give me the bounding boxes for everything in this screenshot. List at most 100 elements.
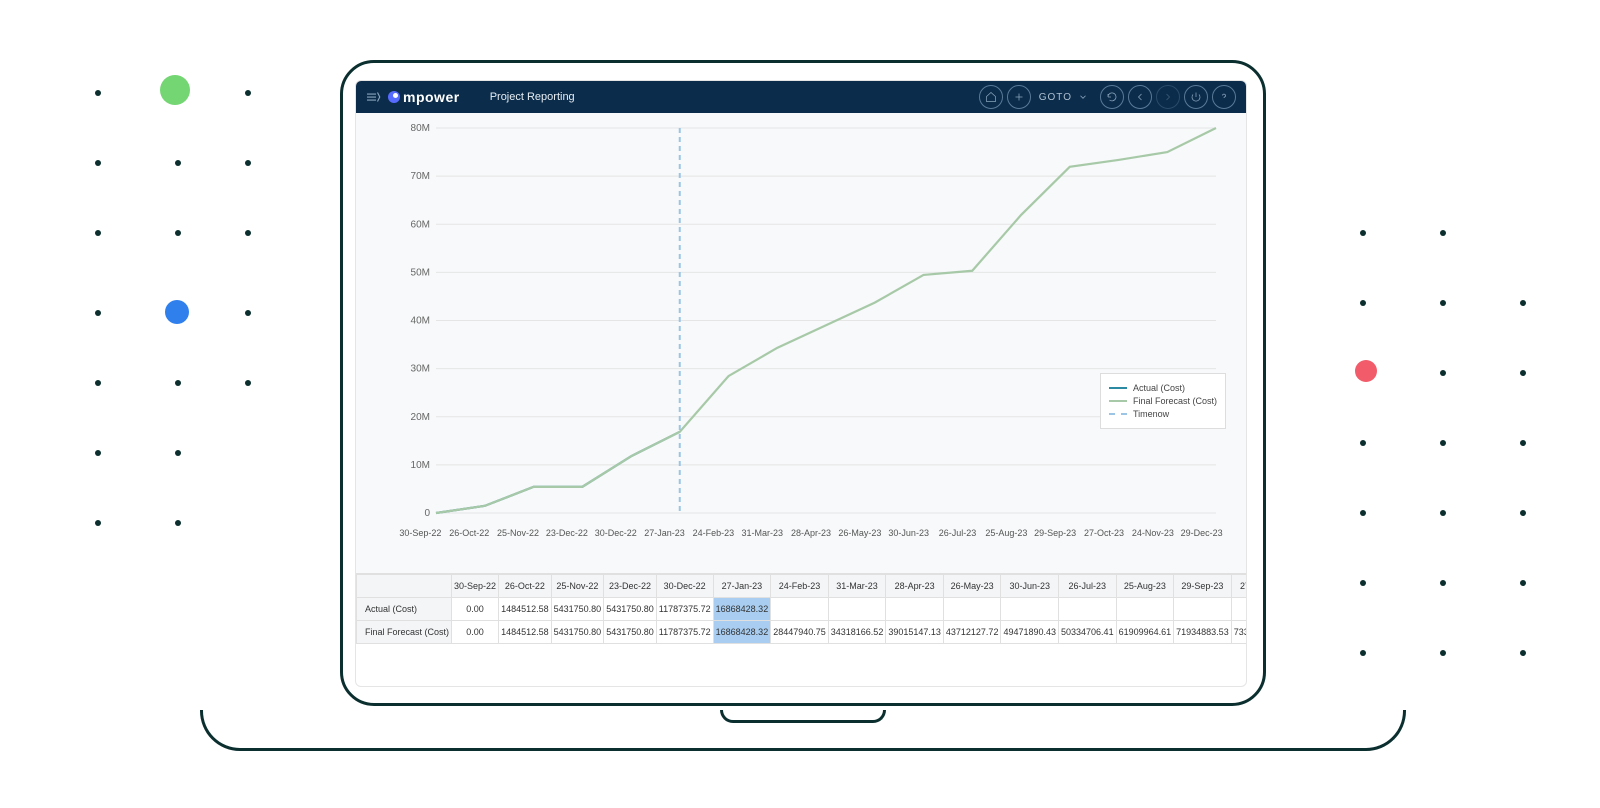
decor-dot [95,310,101,316]
app-header: mpower Project Reporting GOTO [356,81,1246,113]
table-cell: 49471890.43 [1001,621,1059,644]
decor-dot [175,450,181,456]
svg-text:60M: 60M [411,219,430,230]
table-cell [828,598,886,621]
table-header-row: 30-Sep-2226-Oct-2225-Nov-2223-Dec-2230-D… [357,575,1247,598]
table-cell: 73364229.65 [1231,621,1246,644]
decor-circle-green [160,75,190,105]
brand-text: mpower [403,89,460,105]
decor-dot [95,230,101,236]
table-cell [1231,598,1246,621]
data-table: 30-Sep-2226-Oct-2225-Nov-2223-Dec-2230-D… [356,574,1246,644]
data-table-container[interactable]: 30-Sep-2226-Oct-2225-Nov-2223-Dec-2230-D… [356,574,1246,644]
table-col-header: 26-Jul-23 [1059,575,1117,598]
add-icon[interactable] [1007,85,1031,109]
table-cell: 16868428.32 [713,621,771,644]
table-col-header: 25-Nov-22 [551,575,604,598]
chevron-down-icon[interactable] [1078,92,1088,102]
legend-label: Timenow [1133,409,1169,419]
svg-text:70M: 70M [411,171,430,182]
goto-label[interactable]: GOTO [1039,92,1072,103]
chart-area: 010M20M30M40M50M60M70M80M 30-Sep-2226-Oc… [356,113,1246,574]
decor-dot [95,160,101,166]
chart-legend: Actual (Cost) Final Forecast (Cost) Time… [1100,373,1226,429]
table-cell: 39015147.13 [886,621,944,644]
decor-dot [1440,230,1446,236]
table-cell [771,598,829,621]
decor-dot [1520,440,1526,446]
table-col-header: 31-Mar-23 [828,575,886,598]
legend-item-forecast: Final Forecast (Cost) [1109,396,1217,406]
svg-text:50M: 50M [411,267,430,278]
table-cell: 71934883.53 [1174,621,1232,644]
decor-dot [175,520,181,526]
table-col-header: 25-Aug-23 [1116,575,1174,598]
table-col-header: 26-May-23 [943,575,1001,598]
decor-circle-blue [165,300,189,324]
brand-logo: mpower [388,89,460,105]
menu-icon[interactable] [364,88,382,106]
table-cell: 5431750.80 [604,621,657,644]
table-cell: 61909964.61 [1116,621,1174,644]
decor-dot [1520,370,1526,376]
table-cell [1116,598,1174,621]
table-row-label: Final Forecast (Cost) [357,621,452,644]
decor-dot [1440,300,1446,306]
table-cell: 11787375.72 [656,621,713,644]
legend-label: Actual (Cost) [1133,383,1185,393]
table-cell: 11787375.72 [656,598,713,621]
refresh-icon[interactable] [1100,85,1124,109]
decor-dot [1440,440,1446,446]
app-window: mpower Project Reporting GOTO 010M20M30M… [355,80,1247,687]
svg-text:80M: 80M [411,123,430,134]
table-cell: 50334706.41 [1059,621,1117,644]
decor-dot [95,520,101,526]
legend-item-actual: Actual (Cost) [1109,383,1217,393]
legend-item-timenow: Timenow [1109,409,1217,419]
decor-dot [95,90,101,96]
table-row: Actual (Cost)0.001484512.585431750.80543… [357,598,1247,621]
decor-dot [1440,650,1446,656]
table-col-header: 26-Oct-22 [499,575,552,598]
table-cell: 16868428.32 [713,598,771,621]
decor-dot [95,380,101,386]
table-cell: 0.00 [452,598,499,621]
table-row: Final Forecast (Cost)0.001484512.5854317… [357,621,1247,644]
back-icon[interactable] [1128,85,1152,109]
decor-dot [1440,510,1446,516]
decor-dot [1520,580,1526,586]
table-cell: 0.00 [452,621,499,644]
decor-dot [1520,510,1526,516]
table-cell [943,598,1001,621]
decor-dot [175,230,181,236]
laptop-trackpad-notch [720,710,886,723]
table-col-header: 30-Sep-22 [452,575,499,598]
x-axis-ticks: 30-Sep-2226-Oct-2225-Nov-2223-Dec-2230-D… [396,528,1226,538]
table-cell: 28447940.75 [771,621,829,644]
table-col-header: 24-Feb-23 [771,575,829,598]
svg-text:0: 0 [424,508,430,519]
table-col-header: 30-Jun-23 [1001,575,1059,598]
table-cell: 1484512.58 [499,598,552,621]
table-col-header: 30-Dec-22 [656,575,713,598]
power-icon[interactable] [1184,85,1208,109]
forward-icon[interactable] [1156,85,1180,109]
decor-dot [175,380,181,386]
svg-text:30M: 30M [411,364,430,375]
decor-dot [1520,300,1526,306]
legend-label: Final Forecast (Cost) [1133,396,1217,406]
table-cell [886,598,944,621]
table-cell: 5431750.80 [551,621,604,644]
laptop-frame: mpower Project Reporting GOTO 010M20M30M… [200,50,1400,760]
table-col-header: 27-Jan-23 [713,575,771,598]
table-cell: 1484512.58 [499,621,552,644]
decor-dot [1440,580,1446,586]
table-cell: 5431750.80 [604,598,657,621]
table-cell: 43712127.72 [943,621,1001,644]
table-row-label: Actual (Cost) [357,598,452,621]
home-icon[interactable] [979,85,1003,109]
svg-text:20M: 20M [411,412,430,423]
help-icon[interactable] [1212,85,1236,109]
decor-dot [175,160,181,166]
table-cell [1174,598,1232,621]
